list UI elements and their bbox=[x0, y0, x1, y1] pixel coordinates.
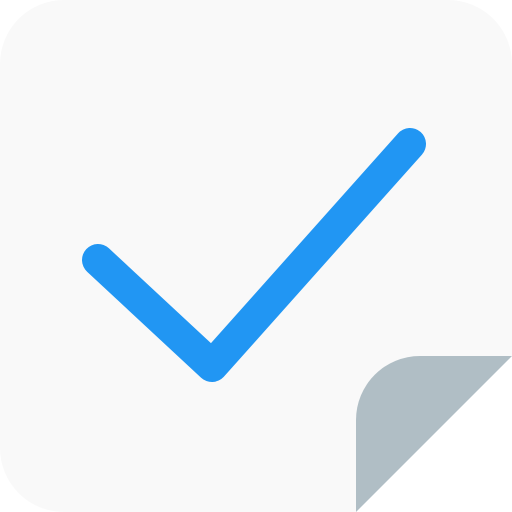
page-curl-icon bbox=[356, 356, 512, 512]
note-check-svg bbox=[0, 0, 512, 512]
note-check-icon bbox=[0, 0, 512, 512]
sheet-icon bbox=[0, 0, 512, 512]
